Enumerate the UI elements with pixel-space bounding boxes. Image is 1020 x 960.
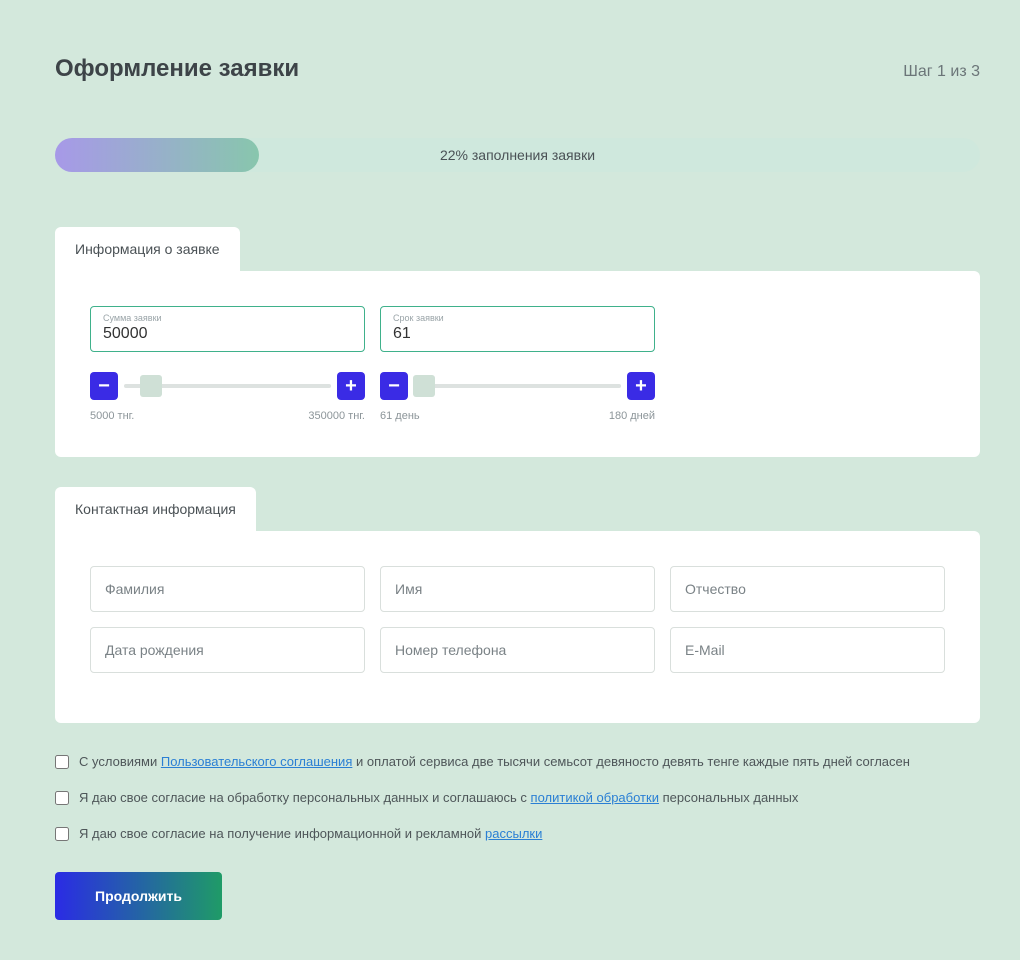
progress-label: 22% заполнения заявки (440, 147, 595, 163)
term-slider-track[interactable] (414, 384, 621, 388)
term-min-label: 61 день (380, 410, 420, 422)
progress-fill (55, 138, 259, 172)
amount-plus-button[interactable]: + (337, 372, 365, 400)
term-minus-button[interactable]: − (380, 372, 408, 400)
amount-slider-track[interactable] (124, 384, 331, 388)
tab-contact: Контактная информация (55, 487, 256, 531)
dob-input[interactable] (90, 627, 365, 673)
term-slider-thumb[interactable] (413, 375, 435, 397)
firstname-input[interactable] (380, 566, 655, 612)
term-input[interactable] (393, 325, 642, 343)
amount-input[interactable] (103, 325, 352, 343)
consent-mail-checkbox[interactable] (55, 827, 69, 841)
term-max-label: 180 дней (609, 410, 655, 422)
link-privacy-policy[interactable]: политикой обработки (531, 790, 659, 805)
amount-field[interactable]: Сумма заявки (90, 306, 365, 352)
amount-max-label: 350000 тнг. (308, 410, 365, 422)
continue-button[interactable]: Продолжить (55, 872, 222, 920)
info-card: Сумма заявки − + 5000 тнг. 350000 тнг. (55, 271, 980, 457)
amount-min-label: 5000 тнг. (90, 410, 134, 422)
term-field[interactable]: Срок заявки (380, 306, 655, 352)
amount-slider-thumb[interactable] (140, 375, 162, 397)
term-label: Срок заявки (393, 313, 642, 323)
email-input[interactable] (670, 627, 945, 673)
consent-data-text: Я даю свое согласие на обработку персона… (79, 789, 798, 807)
consent-terms-checkbox[interactable] (55, 755, 69, 769)
consent-mail-text: Я даю свое согласие на получение информа… (79, 825, 542, 843)
phone-input[interactable] (380, 627, 655, 673)
tab-info: Информация о заявке (55, 227, 240, 271)
link-user-agreement[interactable]: Пользовательского соглашения (161, 754, 353, 769)
step-indicator: Шаг 1 из 3 (903, 63, 980, 81)
lastname-input[interactable] (90, 566, 365, 612)
patronymic-input[interactable] (670, 566, 945, 612)
progress-bar: 22% заполнения заявки (55, 138, 980, 172)
consent-terms-row[interactable]: С условиями Пользовательского соглашения… (55, 753, 980, 771)
consent-mail-row[interactable]: Я даю свое согласие на получение информа… (55, 825, 980, 843)
consent-data-checkbox[interactable] (55, 791, 69, 805)
amount-label: Сумма заявки (103, 313, 352, 323)
consent-data-row[interactable]: Я даю свое согласие на обработку персона… (55, 789, 980, 807)
term-plus-button[interactable]: + (627, 372, 655, 400)
contact-card (55, 531, 980, 723)
amount-minus-button[interactable]: − (90, 372, 118, 400)
page-title: Оформление заявки (55, 55, 299, 83)
link-mailing[interactable]: рассылки (485, 826, 542, 841)
consent-terms-text: С условиями Пользовательского соглашения… (79, 753, 910, 771)
